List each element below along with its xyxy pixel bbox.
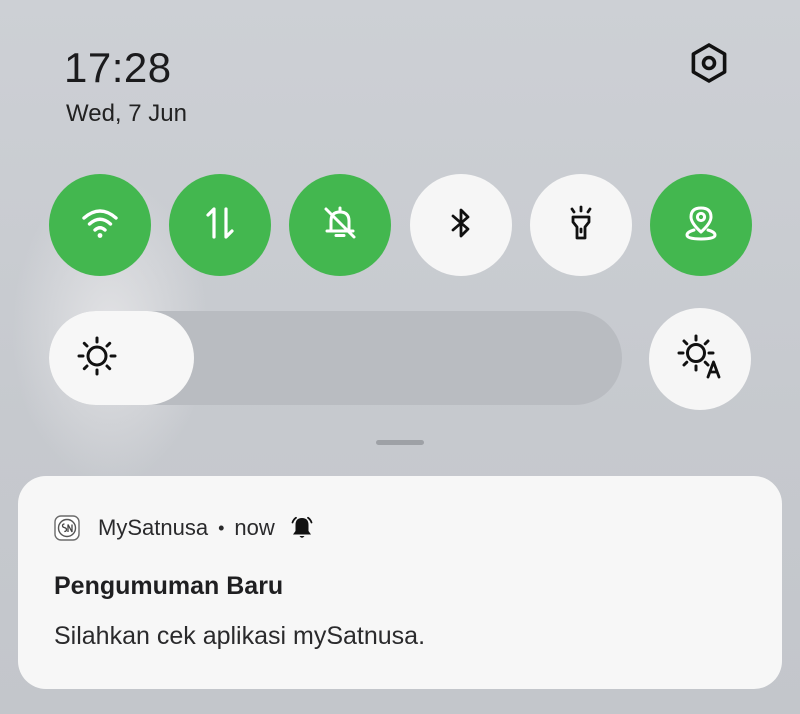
notification-card[interactable]: MySatnusa • now Pengumuman Baru Silahkan… (18, 476, 782, 689)
bell-off-icon (320, 203, 360, 248)
notification-header: MySatnusa • now (54, 514, 315, 542)
location-icon (681, 203, 721, 248)
brightness-slider-fill[interactable] (49, 311, 194, 405)
bluetooth-icon (441, 203, 481, 248)
notification-time: now (234, 515, 275, 540)
clock-date: Wed, 7 Jun (66, 100, 187, 127)
notification-title: Pengumuman Baru (54, 572, 284, 600)
alert-bell-icon (289, 515, 315, 541)
flashlight-icon (561, 203, 601, 248)
wifi-icon (80, 203, 120, 248)
flashlight-tile[interactable] (529, 174, 632, 276)
location-tile[interactable] (649, 174, 752, 276)
data-transfer-icon (200, 203, 240, 248)
notification-app-name: MySatnusa (98, 515, 209, 540)
sun-icon (75, 334, 119, 383)
auto-brightness-icon (676, 333, 724, 386)
settings-gear-icon (688, 42, 730, 89)
drag-handle[interactable] (376, 440, 424, 445)
brightness-slider[interactable] (49, 311, 622, 405)
quick-settings-tiles (49, 174, 752, 276)
clock-time: 17:28 (64, 44, 172, 91)
header-separator: • (218, 517, 225, 538)
app-logo-icon (54, 515, 80, 541)
bluetooth-tile[interactable] (409, 174, 512, 276)
mobile-data-tile[interactable] (169, 174, 272, 276)
silent-tile[interactable] (289, 174, 392, 276)
wifi-tile[interactable] (49, 174, 151, 276)
notification-body: Silahkan cek aplikasi mySatnusa. (54, 622, 426, 650)
settings-button[interactable] (684, 40, 734, 90)
auto-brightness-button[interactable] (649, 308, 751, 410)
